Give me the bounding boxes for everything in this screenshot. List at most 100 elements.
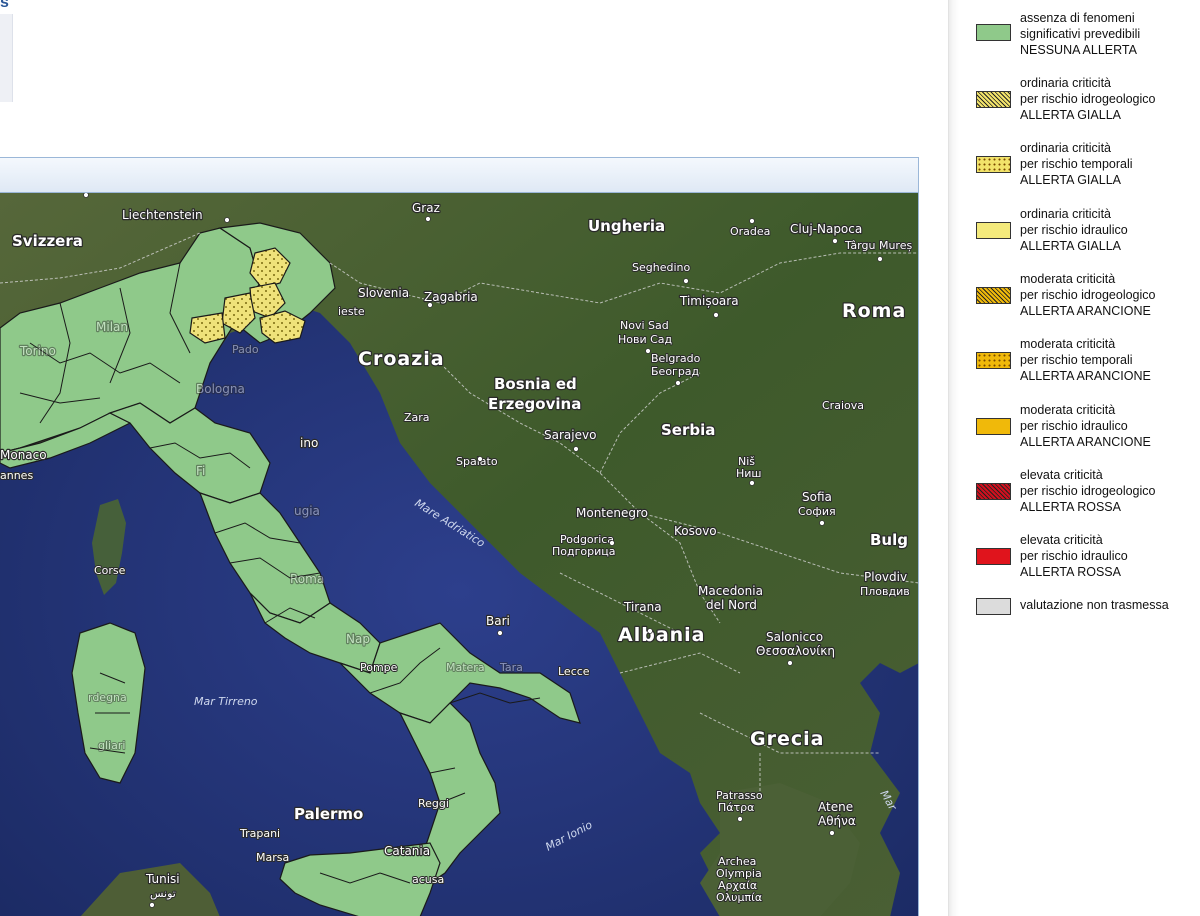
legend-line: ALLERTA ROSSA	[1020, 565, 1121, 579]
legend-swatch	[976, 287, 1011, 304]
label-oradea: Oradea	[730, 225, 770, 238]
label-padova: Pado	[232, 343, 259, 356]
label-novi-sad: Novi Sad	[620, 319, 669, 332]
legend-item: ordinaria criticità per rischio idraulic…	[976, 206, 1198, 262]
label-tunisi-ar: تونس	[150, 887, 176, 900]
label-tirana: Tirana	[623, 600, 662, 614]
label-mar-tirreno: Mar Tirreno	[194, 695, 258, 708]
label-atene-gr: Αθήνα	[818, 814, 856, 828]
legend-text: elevata criticità per rischio idraulico …	[1020, 532, 1128, 580]
legend-line: ALLERTA ARANCIONE	[1020, 304, 1151, 318]
label-seghedino: Seghedino	[632, 261, 690, 274]
legend-line: ordinaria criticità	[1020, 207, 1112, 221]
legend-swatch	[976, 24, 1011, 41]
legend-line: moderata criticità	[1020, 337, 1116, 351]
legend-divider	[948, 0, 959, 916]
label-svizzera: Svizzera	[12, 232, 83, 250]
label-kosovo: Kosovo	[674, 524, 717, 538]
label-plovdiv: Plovdiv	[864, 570, 907, 584]
label-marsala: Marsa	[256, 851, 289, 864]
label-napoli: Nap	[346, 632, 370, 646]
legend-line: ALLERTA GIALLA	[1020, 108, 1121, 122]
legend-line: significativi prevedibili	[1020, 27, 1141, 41]
label-romania: Roma	[842, 300, 906, 322]
legend-line: per rischio idraulico	[1020, 223, 1128, 237]
label-palermo: Palermo	[294, 805, 363, 823]
label-bulgaria: Bulg	[870, 531, 908, 549]
legend-line: per rischio temporali	[1020, 353, 1133, 367]
label-slovenia: Slovenia	[358, 286, 409, 300]
legend-item: valutazione non trasmessa	[976, 597, 1198, 653]
page: s Svizzera Liechtenstein Graz Ungheria O…	[0, 0, 1200, 916]
label-cagliari: gliari	[98, 739, 125, 752]
legend-text: assenza di fenomeni significativi preved…	[1020, 10, 1140, 58]
legend-line: per rischio idrogeologico	[1020, 92, 1156, 106]
legend-line: moderata criticità	[1020, 403, 1116, 417]
label-torino: Torino	[19, 344, 56, 358]
legend-swatch	[976, 548, 1011, 565]
legend-line: valutazione non trasmessa	[1020, 598, 1169, 612]
label-olympia-gr: Ολυμπία	[716, 891, 762, 904]
label-nis-cyr: Ниш	[736, 467, 762, 480]
label-plovdiv-cyr: Пловдив	[860, 585, 910, 598]
label-del-nord: del Nord	[706, 598, 757, 612]
label-montenegro: Montenegro	[576, 506, 648, 520]
label-monaco: Monaco	[0, 448, 47, 462]
label-grecia: Grecia	[750, 728, 824, 750]
legend-line: ALLERTA GIALLA	[1020, 239, 1121, 253]
legend-swatch	[976, 598, 1011, 615]
label-salonicco-gr: Θεσσαλονίκη	[756, 644, 835, 658]
legend-line: ordinaria criticità	[1020, 141, 1112, 155]
label-san-marino: ino	[300, 436, 318, 450]
label-catania: Catania	[384, 844, 430, 858]
legend-swatch	[976, 352, 1011, 369]
legend-item: moderata criticità per rischio idrogeolo…	[976, 271, 1198, 327]
legend-swatch	[976, 91, 1011, 108]
legend-text: ordinaria criticità per rischio temporal…	[1020, 140, 1133, 188]
legend-text: elevata criticità per rischio idrogeolog…	[1020, 467, 1156, 515]
legend-item: ordinaria criticità per rischio idrogeol…	[976, 75, 1198, 131]
legend-item: moderata criticità per rischio idraulico…	[976, 402, 1198, 458]
label-matera: Matera	[446, 661, 485, 674]
label-liechtenstein: Liechtenstein	[122, 208, 203, 222]
header-fragment-text: s	[0, 0, 9, 11]
label-belgrado-cyr: Београд	[651, 365, 700, 378]
label-erzegovina: Erzegovina	[488, 395, 581, 413]
label-patrasso-gr: Πάτρα	[718, 801, 754, 814]
legend-line: ALLERTA ROSSA	[1020, 500, 1121, 514]
legend-line: ordinaria criticità	[1020, 76, 1112, 90]
label-corse: Corse	[94, 564, 126, 577]
label-macedonia: Macedonia	[698, 584, 763, 598]
label-novi-sad-cyr: Нови Сад	[618, 333, 673, 346]
label-milano: Milan	[96, 320, 128, 334]
legend-line: per rischio idraulico	[1020, 419, 1128, 433]
legend-text: ordinaria criticità per rischio idrogeol…	[1020, 75, 1156, 123]
label-belgrado: Belgrado	[651, 352, 701, 365]
map-header-bar	[0, 158, 918, 193]
label-sofia: Sofia	[802, 490, 832, 504]
legend-line: ALLERTA ARANCIONE	[1020, 369, 1151, 383]
label-zara: Zara	[404, 411, 430, 424]
map-svg[interactable]: Svizzera Liechtenstein Graz Ungheria Ora…	[0, 193, 919, 916]
legend-text: ordinaria criticità per rischio idraulic…	[1020, 206, 1128, 254]
label-croazia: Croazia	[358, 348, 445, 370]
label-firenze: Fi	[196, 464, 205, 478]
label-bosnia: Bosnia ed	[494, 375, 577, 393]
legend-text: moderata criticità per rischio idrogeolo…	[1020, 271, 1156, 319]
legend-swatch	[976, 156, 1011, 173]
legend-item: elevata criticità per rischio idrogeolog…	[976, 467, 1198, 523]
label-tunisi: Tunisi	[145, 872, 180, 886]
label-sarajevo: Sarajevo	[544, 428, 596, 442]
label-cannes: annes	[0, 469, 33, 482]
label-ungheria: Ungheria	[588, 217, 665, 235]
alert-map[interactable]: Svizzera Liechtenstein Graz Ungheria Ora…	[0, 193, 919, 916]
label-trieste: ieste	[338, 305, 365, 318]
label-graz: Graz	[412, 201, 440, 215]
legend-line: NESSUNA ALLERTA	[1020, 43, 1137, 57]
label-sofia-cyr: София	[798, 505, 836, 518]
label-sardegna: rdegna	[88, 691, 127, 704]
legend-line: per rischio idrogeologico	[1020, 484, 1156, 498]
legend-text: moderata criticità per rischio idraulico…	[1020, 402, 1151, 450]
label-taranto: Tara	[499, 661, 523, 674]
label-timisoara: Timișoara	[679, 294, 739, 308]
